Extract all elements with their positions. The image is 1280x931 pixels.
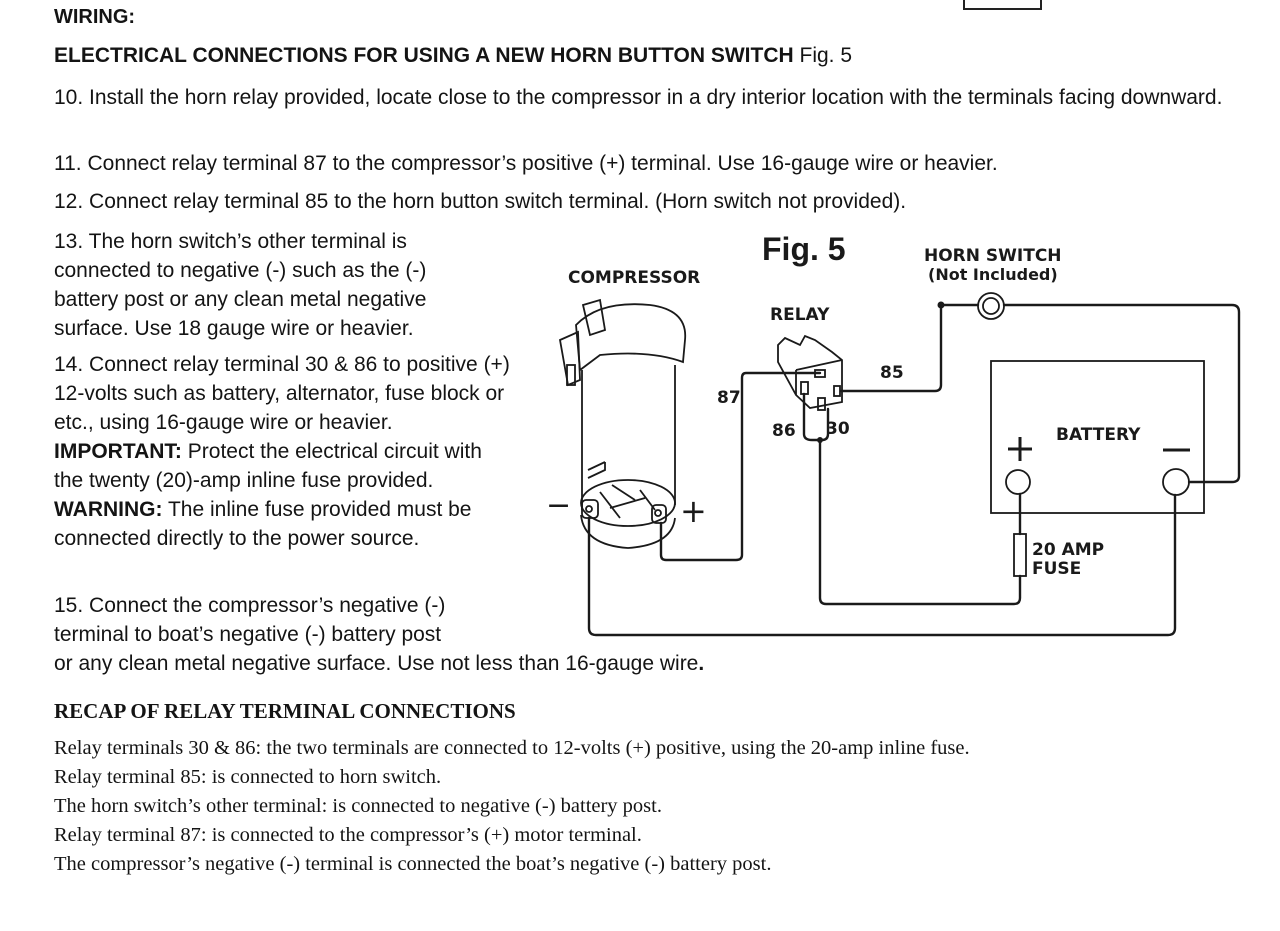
horn-switch-label: HORN SWITCH [924,246,1062,266]
step-10: 10. Install the horn relay provided, loc… [54,86,1223,109]
fuse-label-amp: 20 AMP [1032,540,1104,560]
compressor-negative-sign: − [546,488,571,523]
subtitle-bold: ELECTRICAL CONNECTIONS FOR USING A NEW H… [54,44,794,67]
recap-line: Relay terminal 87: is connected to the c… [54,824,642,846]
section-title: WIRING: [54,6,136,28]
step-14: 14. Connect relay terminal 30 & 86 to po… [54,350,516,553]
step-15-period: . [698,652,705,675]
wiring-lines [587,303,1241,637]
step-15-part-b: or any clean metal negative surface. Use… [54,649,704,678]
terminal-30-label: 30 [826,419,850,439]
terminal-85-label: 85 [880,363,904,383]
compressor-positive-sign: + [680,492,707,530]
compressor-icon [558,298,687,549]
step-11: 11. Connect relay terminal 87 to the com… [54,152,998,175]
step-15-part-a: 15. Connect the compressor’s negative (-… [54,594,446,646]
step-12: 12. Connect relay terminal 85 to the hor… [54,190,907,213]
previous-figure-fragment [963,0,1042,10]
terminal-87-label: 87 [717,388,741,408]
recap-line: Relay terminals 30 & 86: the two termina… [54,737,970,759]
recap-title: RECAP OF RELAY TERMINAL CONNECTIONS [54,699,516,723]
terminal-86-label: 86 [772,421,796,441]
step-14-text: 14. Connect relay terminal 30 & 86 to po… [54,353,510,434]
recap-line: The horn switch’s other terminal: is con… [54,795,662,817]
warning-label: WARNING: [54,498,163,521]
figure-title: Fig. 5 [762,231,846,267]
step-15-text: or any clean metal negative surface. Use… [54,652,699,675]
subtitle-figure-ref: Fig. 5 [799,44,853,67]
recap-list: Relay terminals 30 & 86: the two termina… [54,734,970,879]
compressor-label: COMPRESSOR [568,268,700,288]
recap-line: The compressor’s negative (-) terminal i… [54,853,772,875]
relay-label: RELAY [770,305,830,325]
step-13: 13. The horn switch’s other terminal is … [54,230,427,340]
wiring-diagram-fig5: Fig. 5 COMPRESSOR RELAY HORN SWITCH (Not… [546,231,1241,637]
fuse-icon [1013,533,1027,577]
horn-switch-note: (Not Included) [928,265,1058,284]
battery-label: BATTERY [1056,425,1141,445]
fuse-label-fuse: FUSE [1032,559,1081,579]
important-label: IMPORTANT: [54,440,182,463]
subtitle: ELECTRICAL CONNECTIONS FOR USING A NEW H… [54,44,852,68]
recap-line: Relay terminal 85: is connected to horn … [54,766,442,788]
